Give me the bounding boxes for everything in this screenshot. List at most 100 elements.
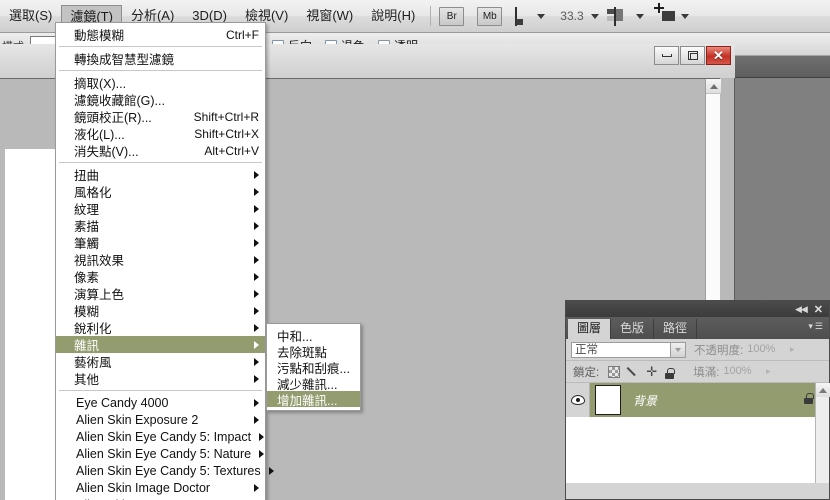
menu-item-stylize[interactable]: 風格化 bbox=[56, 183, 265, 200]
submenu-arrow-icon bbox=[254, 204, 259, 213]
menu-item-render[interactable]: 演算上色 bbox=[56, 285, 265, 302]
opacity-value[interactable]: 100% bbox=[747, 342, 786, 357]
menu-item-artistic[interactable]: 藝術風 bbox=[56, 353, 265, 370]
blend-mode-row: 正常 不透明度: 100% ▸ bbox=[566, 339, 829, 361]
layer-list-scrollbar[interactable] bbox=[815, 383, 830, 483]
menu-item-alien-skin-snap-art[interactable]: Alien Skin Snap Art bbox=[56, 496, 265, 500]
lock-all-icon[interactable] bbox=[665, 366, 677, 379]
screen-mode-icon[interactable] bbox=[653, 2, 678, 25]
maximize-icon bbox=[687, 51, 698, 60]
submenu-arrow-icon bbox=[254, 415, 259, 424]
tab-paths[interactable]: 路徑 bbox=[654, 319, 698, 339]
layer-row-background[interactable]: 背景 bbox=[566, 383, 829, 417]
menu-item-shortcut: Ctrl+F bbox=[226, 27, 259, 42]
menu-item-distort[interactable]: 扭曲 bbox=[56, 166, 265, 183]
lock-image-pixels-brush-icon[interactable] bbox=[627, 366, 639, 378]
tab-channels[interactable]: 色版 bbox=[611, 319, 655, 339]
zoom-level-value: 33.3 bbox=[560, 9, 584, 23]
menu-item-pixelate[interactable]: 像素 bbox=[56, 268, 265, 285]
launch-mini-bridge-button[interactable]: Mb bbox=[477, 6, 503, 26]
menu-item-label: Alien Skin Eye Candy 5: Impact bbox=[76, 429, 252, 444]
menu-item-blur[interactable]: 模糊 bbox=[56, 302, 265, 319]
menu-item-lens-correction[interactable]: 鏡頭校正(R)... Shift+Ctrl+R bbox=[56, 108, 265, 126]
menu-select[interactable]: 選取(S) bbox=[0, 5, 61, 27]
menu-separator bbox=[59, 70, 262, 71]
menu-item-convert-smart-filter[interactable]: 轉換成智慧型濾鏡 bbox=[56, 50, 265, 67]
menu-window[interactable]: 視窗(W) bbox=[297, 5, 362, 27]
menu-item-motion-blur[interactable]: 動態模糊 Ctrl+F bbox=[56, 26, 265, 44]
submenu-arrow-icon bbox=[254, 221, 259, 230]
submenu-arrow-icon bbox=[254, 323, 259, 332]
submenu-arrow-icon bbox=[254, 306, 259, 315]
maximize-button[interactable] bbox=[680, 46, 705, 65]
menu-item-shortcut: Alt+Ctrl+V bbox=[204, 143, 259, 158]
menu-help[interactable]: 說明(H) bbox=[362, 5, 424, 27]
close-panel-icon[interactable]: ✕ bbox=[814, 303, 823, 316]
noise-submenu[interactable]: 中和... 去除斑點 污點和刮痕... 減少雜訊... 增加雜訊... bbox=[266, 323, 361, 411]
menu-item-label: Alien Skin Eye Candy 5: Nature bbox=[76, 446, 252, 461]
layers-panel: ◀◀ ✕ 圖層 色版 路徑 ▾ ☰ 正常 不透明度: 100% ▸ 鎖定: ✛ 填… bbox=[565, 300, 830, 500]
chevron-up-icon bbox=[819, 387, 827, 393]
lock-label: 鎖定: bbox=[573, 366, 600, 379]
menu-item-noise[interactable]: 雜訊 bbox=[56, 336, 265, 353]
menu-item-sharpen[interactable]: 銳利化 bbox=[56, 319, 265, 336]
lock-row: 鎖定: ✛ 填滿: 100% ▸ bbox=[566, 361, 829, 383]
submenu-arrow-icon bbox=[254, 238, 259, 247]
menu-item-alien-skin-eye-candy-5-nature[interactable]: Alien Skin Eye Candy 5: Nature bbox=[56, 445, 265, 462]
menu-item-vanishing-point[interactable]: 消失點(V)... Alt+Ctrl+V bbox=[56, 142, 265, 160]
collapse-panel-icon[interactable]: ◀◀ bbox=[795, 304, 808, 315]
menu-item-video[interactable]: 視訊效果 bbox=[56, 251, 265, 268]
submenu-arrow-icon bbox=[254, 340, 259, 349]
menu-item-texture[interactable]: 紋理 bbox=[56, 200, 265, 217]
minimize-button[interactable] bbox=[654, 46, 679, 65]
tab-layers[interactable]: 圖層 bbox=[568, 319, 612, 339]
menu-item-alien-skin-eye-candy-5-textures[interactable]: Alien Skin Eye Candy 5: Textures bbox=[56, 462, 274, 479]
opacity-label: 不透明度: bbox=[694, 344, 744, 357]
menu-item-sketch[interactable]: 素描 bbox=[56, 217, 265, 234]
menu-item-alien-skin-exposure-2[interactable]: Alien Skin Exposure 2 bbox=[56, 411, 265, 428]
menu-item-other[interactable]: 其他 bbox=[56, 370, 265, 387]
menu-item-alien-skin-image-doctor[interactable]: Alien Skin Image Doctor bbox=[56, 479, 265, 496]
menu-item-liquify[interactable]: 液化(L)... Shift+Ctrl+X bbox=[56, 125, 265, 143]
arrange-documents-icon[interactable] bbox=[613, 6, 633, 26]
close-button[interactable]: ✕ bbox=[706, 46, 731, 65]
fill-stepper-icon[interactable]: ▸ bbox=[761, 364, 775, 379]
layer-name-label: 背景 bbox=[633, 393, 658, 408]
zoom-chevron-down-icon[interactable] bbox=[590, 13, 599, 19]
menu-item-alien-skin-eye-candy-5-impact[interactable]: Alien Skin Eye Candy 5: Impact bbox=[56, 428, 265, 445]
layer-thumbnail[interactable] bbox=[595, 385, 621, 415]
menu-item-eye-candy-4000[interactable]: Eye Candy 4000 bbox=[56, 394, 265, 411]
view-extras-chevron-down-icon[interactable] bbox=[537, 13, 546, 19]
menu-item-label: 增加雜訊... bbox=[277, 393, 338, 408]
submenu-arrow-icon bbox=[254, 357, 259, 366]
panel-grip-bar[interactable]: ◀◀ ✕ bbox=[566, 301, 829, 317]
menu-item-label: 其他 bbox=[74, 373, 100, 387]
menu-item-extract[interactable]: 摘取(X)... bbox=[56, 74, 265, 91]
scroll-up-button[interactable] bbox=[706, 79, 721, 94]
blend-mode-select[interactable]: 正常 bbox=[571, 341, 671, 358]
blend-mode-chevron-down-icon[interactable] bbox=[671, 341, 686, 358]
menu-item-filter-gallery[interactable]: 濾鏡收藏館(G)... bbox=[56, 91, 265, 108]
opacity-stepper-icon[interactable]: ▸ bbox=[785, 342, 799, 357]
submenu-item-add-noise[interactable]: 增加雜訊... bbox=[267, 391, 360, 408]
fill-value[interactable]: 100% bbox=[723, 364, 762, 379]
lock-position-move-icon[interactable]: ✛ bbox=[646, 365, 658, 378]
panel-tab-strip: 圖層 色版 路徑 ▾ ☰ bbox=[566, 317, 829, 339]
chevron-up-icon bbox=[709, 83, 718, 89]
panel-options-menu-icon[interactable]: ▾ ☰ bbox=[808, 321, 823, 332]
view-extras-icon[interactable] bbox=[515, 6, 534, 26]
screen-mode-chevron-down-icon[interactable] bbox=[680, 13, 689, 19]
filter-dropdown-menu[interactable]: 動態模糊 Ctrl+F 轉換成智慧型濾鏡 摘取(X)... 濾鏡收藏館(G)..… bbox=[55, 22, 274, 500]
submenu-arrow-icon bbox=[254, 272, 259, 281]
menu-separator bbox=[59, 390, 262, 391]
menu-item-brush-strokes[interactable]: 筆觸 bbox=[56, 234, 265, 251]
menu-item-shortcut: Shift+Ctrl+X bbox=[194, 126, 259, 141]
layer-scroll-up-button[interactable] bbox=[816, 383, 830, 397]
layer-visibility-toggle[interactable] bbox=[566, 383, 590, 417]
launch-bridge-button[interactable]: Br bbox=[439, 6, 465, 26]
submenu-arrow-icon bbox=[254, 170, 259, 179]
submenu-arrow-icon bbox=[254, 398, 259, 407]
eye-icon bbox=[570, 395, 585, 405]
arrange-chevron-down-icon[interactable] bbox=[635, 13, 644, 19]
lock-transparent-pixels-icon[interactable] bbox=[608, 365, 621, 378]
